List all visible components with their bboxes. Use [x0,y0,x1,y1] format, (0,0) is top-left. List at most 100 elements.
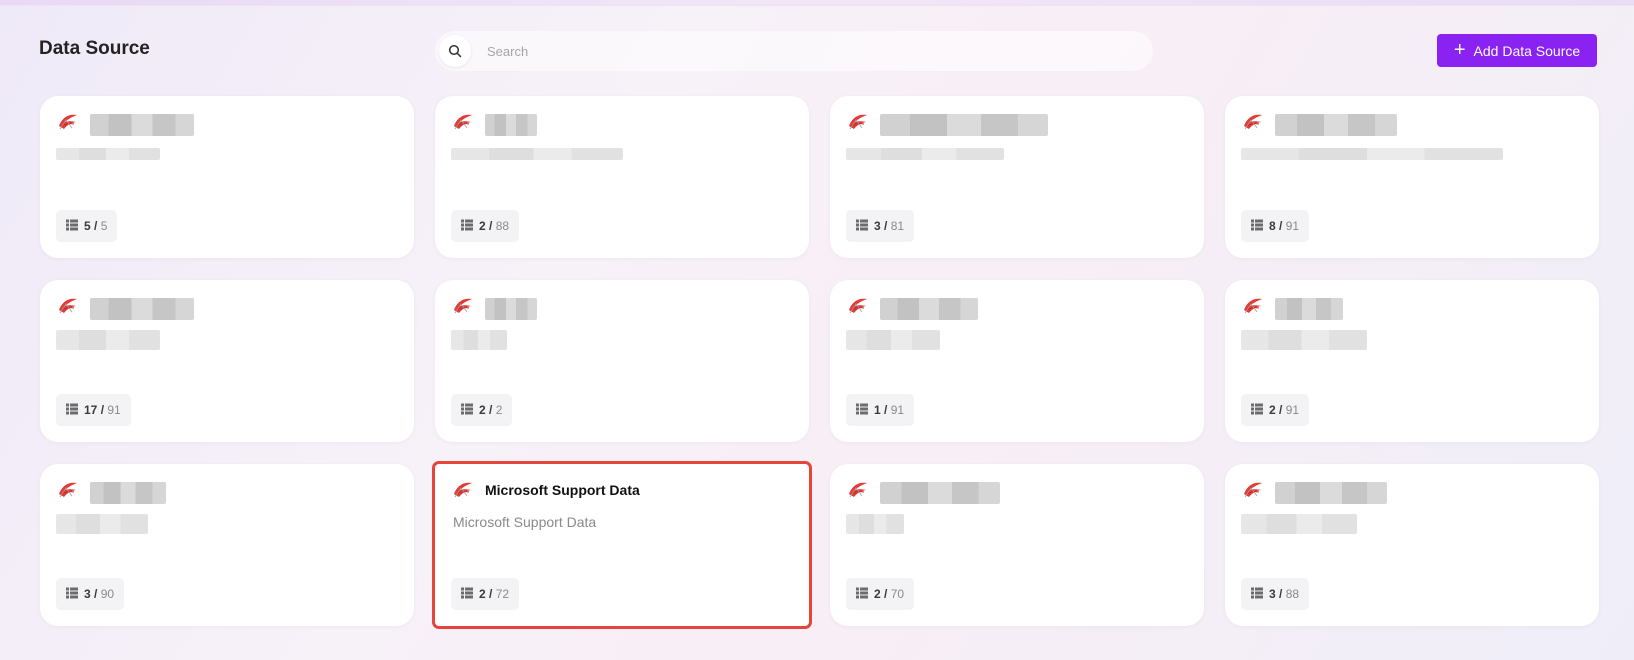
table-count-text: 1 / 91 [874,403,904,417]
card-title: Microsoft Support Data [485,482,640,498]
table-count-badge: 2 / 88 [451,210,520,242]
count-separator: / [90,587,101,601]
table-count-badge: 2 / 91 [1241,394,1310,426]
sql-server-icon [56,480,80,500]
selected-tables-count: 1 [874,403,881,417]
card-title-redacted [1275,114,1397,136]
page-title: Data Source [39,38,150,59]
table-count-badge: 3 / 88 [1241,578,1310,610]
data-source-grid: 5 / 5 2 / 88 3 / 81 8 / 91 17 / 91 2 / 2… [40,96,1599,629]
table-count-badge: 2 / 2 [451,394,513,426]
total-tables-count: 91 [1285,219,1300,233]
card-title-redacted [880,482,1000,504]
card-title-redacted [485,114,537,136]
card-description-redacted [56,514,148,534]
data-source-card[interactable]: 17 / 91 [40,280,414,442]
plus-icon: + [1453,38,1466,61]
table-count-badge: 8 / 91 [1241,210,1310,242]
count-separator: / [485,587,496,601]
card-description: Microsoft Support Data [453,514,597,530]
total-tables-count: 91 [107,403,121,417]
table-list-icon [1251,587,1263,602]
card-title-redacted [90,114,194,136]
search-input[interactable] [487,43,1107,59]
total-tables-count: 70 [890,587,905,601]
add-data-source-button[interactable]: + Add Data Source [1437,34,1597,67]
sql-server-icon [451,480,475,500]
table-count-text: 3 / 81 [874,219,904,233]
table-count-text: 2 / 2 [479,403,502,417]
card-title-redacted [880,298,978,320]
total-tables-count: 91 [1285,403,1300,417]
selected-tables-count: 2 [1269,403,1276,417]
data-source-card[interactable]: 3 / 88 [1225,464,1599,626]
table-list-icon [66,219,78,234]
table-count-text: 5 / 5 [84,219,107,233]
header: Data Source + Add Data Source [0,0,1634,100]
card-description-redacted [451,330,507,350]
total-tables-count: 88 [495,219,510,233]
selected-tables-count: 3 [874,219,881,233]
data-source-card[interactable]: 2 / 91 [1225,280,1599,442]
sql-server-icon [1241,112,1265,132]
count-separator: / [90,219,101,233]
selected-tables-count: 8 [1269,219,1276,233]
table-count-text: 3 / 88 [1269,587,1299,601]
card-description-redacted [846,330,940,350]
table-list-icon [461,403,473,418]
data-source-card[interactable]: Microsoft Support Data Microsoft Support … [432,461,812,629]
card-description-redacted [56,330,160,350]
selected-tables-count: 3 [1269,587,1276,601]
card-description-redacted [846,514,904,534]
selected-tables-count: 2 [479,587,486,601]
selected-tables-count: 2 [874,587,881,601]
table-count-badge: 3 / 81 [846,210,915,242]
sql-server-icon [846,112,870,132]
selected-tables-count: 3 [84,587,91,601]
table-count-badge: 17 / 91 [56,394,131,426]
data-source-card[interactable]: 3 / 90 [40,464,414,626]
search-bar[interactable] [435,31,1153,71]
table-count-text: 3 / 90 [84,587,114,601]
table-list-icon [1251,219,1263,234]
table-list-icon [461,219,473,234]
sql-server-icon [56,112,80,132]
table-list-icon [1251,403,1263,418]
table-count-badge: 2 / 72 [451,578,520,610]
table-count-text: 2 / 72 [479,587,509,601]
table-list-icon [856,219,868,234]
sql-server-icon [846,296,870,316]
card-description-redacted [56,148,160,160]
sql-server-icon [451,296,475,316]
table-count-text: 2 / 91 [1269,403,1299,417]
data-source-card[interactable]: 5 / 5 [40,96,414,258]
sql-server-icon [1241,480,1265,500]
card-description-redacted [1241,330,1367,350]
count-separator: / [1275,587,1286,601]
table-count-badge: 3 / 90 [56,578,125,610]
data-source-card[interactable]: 3 / 81 [830,96,1204,258]
data-source-card[interactable]: 1 / 91 [830,280,1204,442]
selected-tables-count: 5 [84,219,91,233]
table-list-icon [66,403,78,418]
total-tables-count: 72 [495,587,510,601]
total-tables-count: 81 [890,219,905,233]
table-count-badge: 5 / 5 [56,210,118,242]
search-icon[interactable] [439,35,471,67]
sql-server-icon [1241,296,1265,316]
card-description-redacted [1241,148,1503,160]
data-source-card[interactable]: 8 / 91 [1225,96,1599,258]
sql-server-icon [56,296,80,316]
data-source-card[interactable]: 2 / 2 [435,280,809,442]
count-separator: / [880,219,891,233]
card-description-redacted [846,148,1004,160]
table-count-badge: 2 / 70 [846,578,915,610]
count-separator: / [880,587,891,601]
count-separator: / [1275,219,1286,233]
card-title-redacted [1275,298,1343,320]
sql-server-icon [846,480,870,500]
selected-tables-count: 2 [479,219,486,233]
card-description-redacted [1241,514,1357,534]
data-source-card[interactable]: 2 / 88 [435,96,809,258]
data-source-card[interactable]: 2 / 70 [830,464,1204,626]
